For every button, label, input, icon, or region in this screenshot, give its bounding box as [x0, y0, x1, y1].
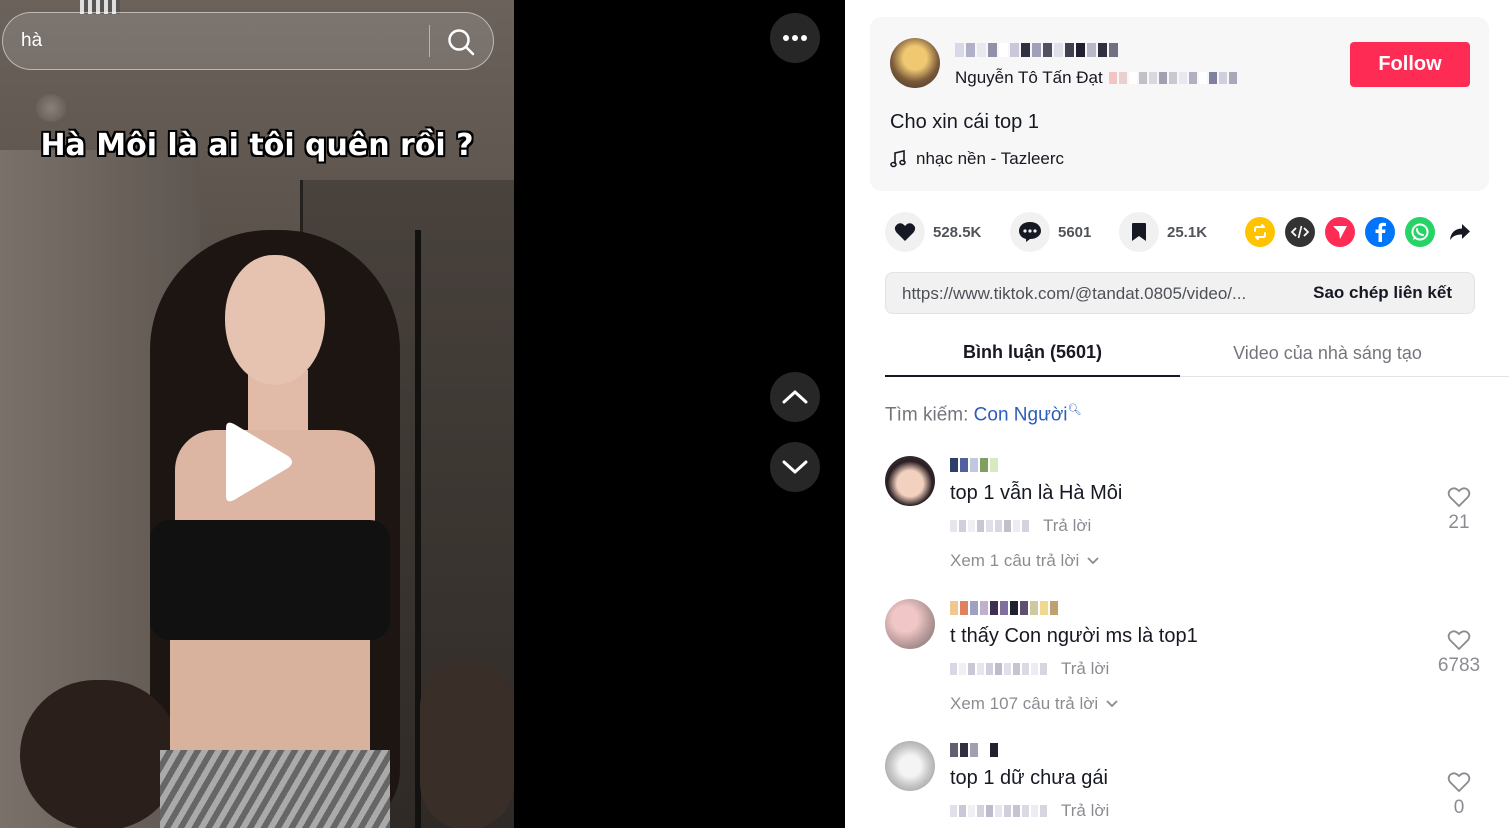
tab-comments[interactable]: Bình luận (5601)	[885, 330, 1180, 377]
video-player[interactable]: Hà Môi là ai tôi quên rồi ?	[0, 0, 514, 828]
commenter-name-pixelated[interactable]	[950, 458, 998, 472]
comment-meta: Trả lời	[950, 516, 1091, 536]
video-subject-hair-right	[420, 660, 514, 828]
comment-like[interactable]: 0	[1440, 771, 1478, 819]
comment-tabs: Bình luận (5601) Video của nhà sáng tạo	[885, 330, 1509, 377]
comment-bubble-icon	[1019, 222, 1041, 242]
music-row[interactable]: nhạc nền - Tazleerc	[890, 149, 1064, 169]
comment-button[interactable]	[1010, 212, 1050, 252]
copy-link-box: https://www.tiktok.com/@tandat.0805/vide…	[885, 272, 1475, 314]
share-arrow-icon[interactable]	[1445, 217, 1475, 247]
facebook-icon[interactable]	[1365, 217, 1395, 247]
music-note-icon	[890, 150, 906, 168]
search-bar	[2, 12, 494, 70]
search-suggestion-label: Tìm kiếm:	[885, 404, 969, 426]
comment-item: top 1 dữ chưa gái Trả lời 0	[885, 741, 1495, 828]
reply-button[interactable]: Trả lời	[1043, 516, 1091, 536]
chevron-down-icon	[1106, 700, 1118, 708]
comment-item: t thấy Con người ms là top1 Trả lời Xem …	[885, 599, 1495, 729]
reply-button[interactable]: Trả lời	[1061, 801, 1109, 821]
copy-link-button[interactable]: Sao chép liên kết	[1313, 283, 1452, 303]
comment-meta: Trả lời	[950, 659, 1109, 679]
video-ceiling-light	[36, 94, 66, 122]
author-nickname-row: Nguyễn Tô Tấn Đạt	[955, 68, 1237, 88]
commenter-avatar[interactable]	[885, 599, 935, 649]
comment-item: top 1 vẫn là Hà Môi Trả lời Xem 1 câu tr…	[885, 456, 1495, 586]
heart-outline-icon	[1447, 772, 1471, 793]
search-divider	[429, 25, 430, 57]
comment-like-count: 0	[1453, 797, 1465, 818]
video-subject-face	[225, 255, 325, 385]
like-count: 528.5K	[933, 223, 982, 241]
whatsapp-icon[interactable]	[1405, 217, 1435, 247]
view-replies-button[interactable]: Xem 1 câu trả lời	[950, 551, 1099, 571]
comment-like[interactable]: 21	[1440, 486, 1478, 534]
heart-outline-icon	[1447, 630, 1471, 651]
video-info-panel: Nguyễn Tô Tấn Đạt Follow Cho xin cái top…	[845, 0, 1509, 828]
comment-like-count: 6783	[1437, 655, 1481, 676]
comment-meta: Trả lời	[950, 801, 1109, 821]
view-replies-label: Xem 1 câu trả lời	[950, 551, 1080, 570]
comment-text: t thấy Con người ms là top1	[950, 625, 1198, 647]
comment-like[interactable]: 6783	[1437, 629, 1481, 677]
commenter-avatar[interactable]	[885, 741, 935, 791]
previous-video-button[interactable]	[770, 372, 820, 422]
author-nickname-suffix-pixelated	[1108, 72, 1237, 84]
commenter-avatar[interactable]	[885, 456, 935, 506]
like-button[interactable]	[885, 212, 925, 252]
play-icon[interactable]	[216, 420, 296, 504]
author-avatar[interactable]	[890, 38, 940, 88]
video-subject-top	[150, 520, 390, 640]
view-replies-button[interactable]: Xem 107 câu trả lời	[950, 694, 1118, 714]
comment-date-pixelated	[950, 663, 1047, 675]
view-replies-label: Xem 107 câu trả lời	[950, 694, 1099, 713]
more-dots-icon	[783, 35, 807, 41]
heart-icon	[894, 223, 916, 241]
search-icon[interactable]	[443, 25, 479, 59]
reply-button[interactable]: Trả lời	[1061, 659, 1109, 679]
save-action[interactable]: 25.1K	[1119, 212, 1207, 252]
author-username-pixelated[interactable]	[955, 43, 1118, 59]
more-options-button[interactable]	[770, 13, 820, 63]
search-suggestion-keyword[interactable]: Con Người	[974, 404, 1068, 425]
save-button[interactable]	[1119, 212, 1159, 252]
author-card: Nguyễn Tô Tấn Đạt Follow Cho xin cái top…	[870, 17, 1489, 191]
next-video-button[interactable]	[770, 442, 820, 492]
comment-text: top 1 dữ chưa gái	[950, 767, 1108, 789]
comment-count: 5601	[1058, 223, 1092, 241]
tab-creator-videos[interactable]: Video của nhà sáng tạo	[1180, 330, 1475, 376]
video-description: Cho xin cái top 1	[890, 111, 1039, 133]
video-subject-waist	[170, 640, 370, 760]
comment-like-count: 21	[1448, 512, 1470, 533]
comment-date-pixelated	[950, 805, 1047, 817]
music-title[interactable]: nhạc nền - Tazleerc	[916, 149, 1064, 169]
action-bar: 528.5K 5601 25.1K	[885, 212, 1485, 252]
author-nickname[interactable]: Nguyễn Tô Tấn Đạt	[955, 68, 1103, 88]
commenter-name-pixelated[interactable]	[950, 743, 998, 757]
bookmark-icon	[1132, 223, 1146, 241]
embed-icon[interactable]	[1285, 217, 1315, 247]
comment-action[interactable]: 5601	[1010, 212, 1091, 252]
commenter-name-pixelated[interactable]	[950, 601, 1058, 615]
search-input[interactable]	[21, 13, 421, 69]
chevron-up-icon	[782, 390, 808, 404]
like-action[interactable]: 528.5K	[885, 212, 981, 252]
comment-date-pixelated	[950, 520, 1029, 532]
comment-text: top 1 vẫn là Hà Môi	[950, 482, 1123, 504]
video-column: Hà Môi là ai tôi quên rồi ?	[0, 0, 845, 828]
search-suggestion: Tìm kiếm: Con Người🔍︎	[885, 403, 1081, 426]
save-count: 25.1K	[1167, 223, 1208, 241]
chevron-down-icon	[782, 460, 808, 474]
video-caption-overlay: Hà Môi là ai tôi quên rồi ?	[40, 128, 474, 163]
video-subject-hair-left	[20, 680, 180, 828]
search-small-icon[interactable]: 🔍︎	[1068, 404, 1082, 416]
video-subject-belt	[160, 750, 390, 828]
repost-icon[interactable]	[1245, 217, 1275, 247]
heart-outline-icon	[1447, 487, 1471, 508]
send-icon[interactable]	[1325, 217, 1355, 247]
follow-button[interactable]: Follow	[1350, 42, 1470, 87]
video-url: https://www.tiktok.com/@tandat.0805/vide…	[902, 284, 1247, 303]
chevron-down-icon	[1087, 557, 1099, 565]
